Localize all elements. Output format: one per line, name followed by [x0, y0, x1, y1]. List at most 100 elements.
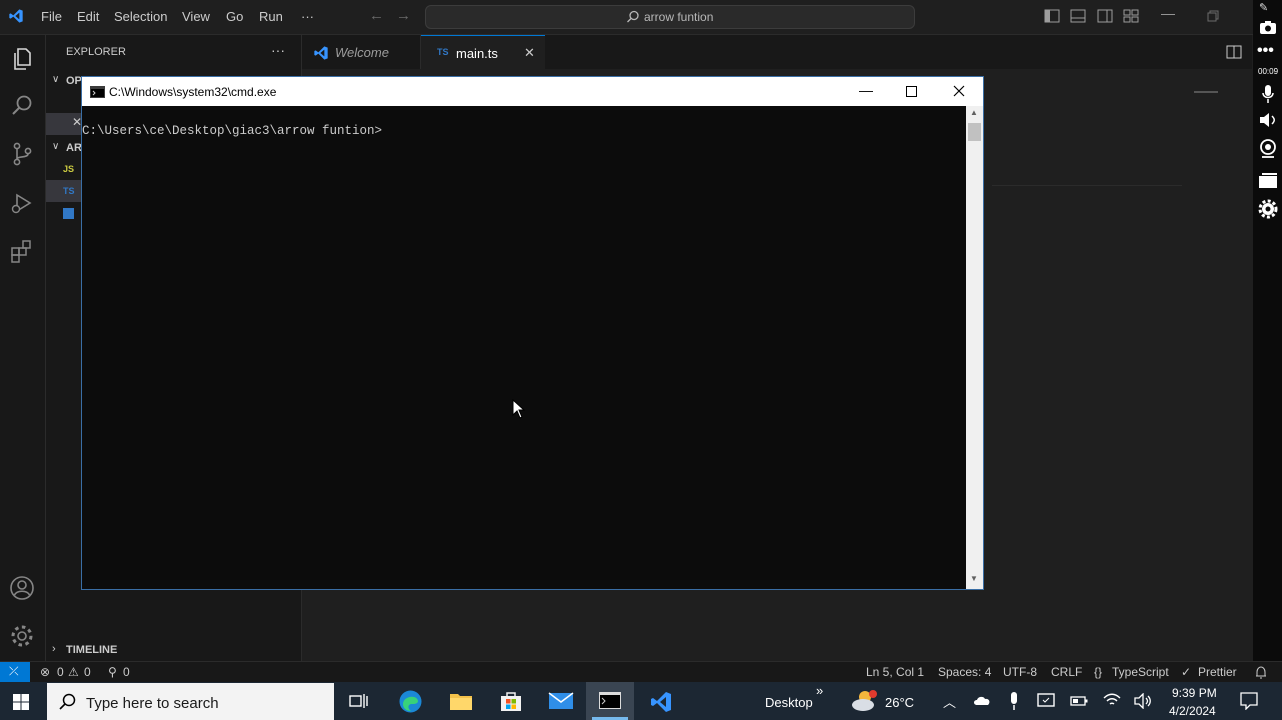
toggle-secondary-sidebar-icon[interactable]	[1097, 9, 1113, 23]
error-count[interactable]: 0	[57, 665, 64, 679]
cmd-window[interactable]: C:\Windows\system32\cmd.exe — C:\Users\c…	[81, 76, 984, 590]
minimap[interactable]	[1194, 91, 1218, 93]
restore-icon[interactable]	[1207, 10, 1219, 22]
wifi-icon[interactable]	[1103, 692, 1121, 708]
close-icon[interactable]: ✕	[524, 45, 535, 61]
chevron-right-icon[interactable]: ›	[52, 643, 56, 655]
menu-edit[interactable]: Edit	[77, 9, 99, 24]
search-icon[interactable]	[9, 93, 35, 119]
indentation[interactable]: Spaces: 4	[938, 665, 991, 679]
onedrive-cloud-icon[interactable]	[973, 694, 991, 706]
error-icon[interactable]: ⊗	[40, 665, 50, 679]
encoding[interactable]: UTF-8	[1003, 665, 1037, 679]
line-ending[interactable]: CRLF	[1051, 665, 1082, 679]
tab-welcome[interactable]: Welcome	[302, 35, 421, 69]
cmd-app-icon	[599, 692, 621, 709]
language-mode[interactable]: TypeScript	[1112, 665, 1169, 679]
folder-header[interactable]: AR	[66, 142, 82, 154]
cmd-console[interactable]: C:\Users\ce\Desktop\giac3\arrow funtion>	[82, 106, 966, 589]
forward-arrow-icon[interactable]: →	[396, 7, 411, 24]
battery-icon[interactable]	[1070, 695, 1088, 707]
cmd-title-bar[interactable]: C:\Windows\system32\cmd.exe —	[82, 77, 983, 106]
cursor-position[interactable]: Ln 5, Col 1	[866, 665, 924, 679]
show-hidden-icons-chevron-up-icon[interactable]: ︿	[943, 692, 956, 711]
task-view-icon[interactable]	[349, 693, 369, 709]
microsoft-store-icon[interactable]	[499, 690, 523, 712]
microphone-icon[interactable]	[1261, 84, 1275, 104]
webcam-icon[interactable]	[1259, 139, 1277, 158]
taskbar-cmd-active[interactable]	[586, 682, 634, 720]
clock-time[interactable]: 9:39 PM	[1172, 686, 1217, 700]
menu-file[interactable]: File	[41, 9, 62, 24]
customize-layout-icon[interactable]	[1123, 9, 1139, 23]
edge-browser-icon[interactable]	[398, 689, 423, 714]
language-braces-icon[interactable]: {}	[1094, 665, 1102, 679]
camera-icon[interactable]	[1259, 20, 1277, 35]
minimize-icon[interactable]: —	[859, 82, 873, 98]
menu-go[interactable]: Go	[226, 9, 243, 24]
chevron-down-icon[interactable]: ∨	[52, 74, 59, 85]
open-editors-header[interactable]: OP	[66, 75, 82, 87]
command-center-search[interactable]: arrow funtion	[425, 5, 915, 29]
cmd-scrollbar[interactable]: ▲ ▼	[966, 106, 983, 589]
maximize-icon[interactable]	[906, 86, 917, 97]
settings-gear-icon[interactable]	[1258, 199, 1278, 219]
pen-icon[interactable]: ✎	[1259, 1, 1268, 14]
timeline-header[interactable]: TIMELINE	[66, 644, 117, 656]
scroll-thumb[interactable]	[968, 123, 981, 141]
file-explorer-icon[interactable]	[449, 691, 473, 711]
weather-icon[interactable]	[851, 689, 879, 713]
vscode-logo-icon	[9, 9, 23, 23]
selected-file-row[interactable]: TS	[46, 180, 82, 202]
toggle-panel-icon[interactable]	[1070, 9, 1086, 23]
menu-view[interactable]: View	[182, 9, 210, 24]
notifications-icon[interactable]	[1240, 692, 1258, 710]
window-capture-icon[interactable]	[1258, 173, 1278, 189]
desktop-toolbar-label[interactable]: Desktop	[765, 695, 813, 710]
warning-icon[interactable]: ⚠	[68, 665, 79, 679]
volume-icon[interactable]	[1134, 693, 1152, 709]
activity-bar	[0, 35, 46, 661]
prettier-status[interactable]: Prettier	[1198, 665, 1237, 679]
speaker-icon[interactable]	[1258, 112, 1278, 128]
microphone-icon[interactable]	[1009, 691, 1019, 711]
menu-selection[interactable]: Selection	[114, 9, 167, 24]
check-icon[interactable]: ✓	[1181, 665, 1191, 679]
tsconfig-file-icon[interactable]	[63, 208, 74, 219]
accounts-icon[interactable]	[9, 575, 35, 601]
remote-indicator[interactable]: ⤫	[0, 662, 30, 683]
taskbar-search-box[interactable]: Type here to search	[47, 683, 334, 720]
toolbar-chevron[interactable]: »	[816, 683, 823, 698]
open-editor-row[interactable]: ✕	[46, 113, 82, 135]
run-debug-icon[interactable]	[9, 190, 35, 216]
clock-date[interactable]: 4/2/2024	[1169, 704, 1216, 718]
manage-gear-icon[interactable]	[9, 623, 35, 649]
warning-count[interactable]: 0	[84, 665, 91, 679]
scroll-down-icon[interactable]: ▼	[970, 574, 978, 583]
ports-icon[interactable]: ⚲	[108, 665, 117, 679]
extensions-icon[interactable]	[9, 239, 35, 265]
security-icon[interactable]	[1037, 693, 1055, 709]
bell-icon[interactable]	[1255, 666, 1267, 679]
search-icon	[627, 10, 639, 23]
windows-start-icon[interactable]	[13, 694, 29, 710]
back-arrow-icon[interactable]: ←	[369, 7, 384, 24]
scroll-up-icon[interactable]: ▲	[970, 108, 978, 117]
split-editor-icon[interactable]	[1226, 45, 1242, 59]
vscode-logo-icon[interactable]	[649, 690, 673, 714]
chevron-down-icon[interactable]: ∨	[52, 141, 59, 152]
mail-icon[interactable]	[548, 692, 574, 710]
toggle-primary-sidebar-icon[interactable]	[1044, 9, 1060, 23]
minimize-icon[interactable]: —	[1161, 5, 1175, 21]
more-icon[interactable]: •••	[1257, 42, 1274, 60]
ports-count[interactable]: 0	[123, 665, 130, 679]
tab-main-ts[interactable]: TS main.ts ✕	[421, 35, 545, 70]
explorer-files-icon[interactable]	[9, 46, 35, 72]
javascript-file-icon[interactable]: JS	[63, 164, 74, 174]
source-control-icon[interactable]	[9, 141, 35, 167]
weather-temperature[interactable]: 26°C	[885, 695, 914, 710]
close-icon[interactable]	[953, 85, 965, 97]
menu-run[interactable]: Run	[259, 9, 283, 24]
explorer-more-button[interactable]: ···	[271, 42, 285, 58]
menu-more[interactable]: ···	[301, 9, 314, 24]
